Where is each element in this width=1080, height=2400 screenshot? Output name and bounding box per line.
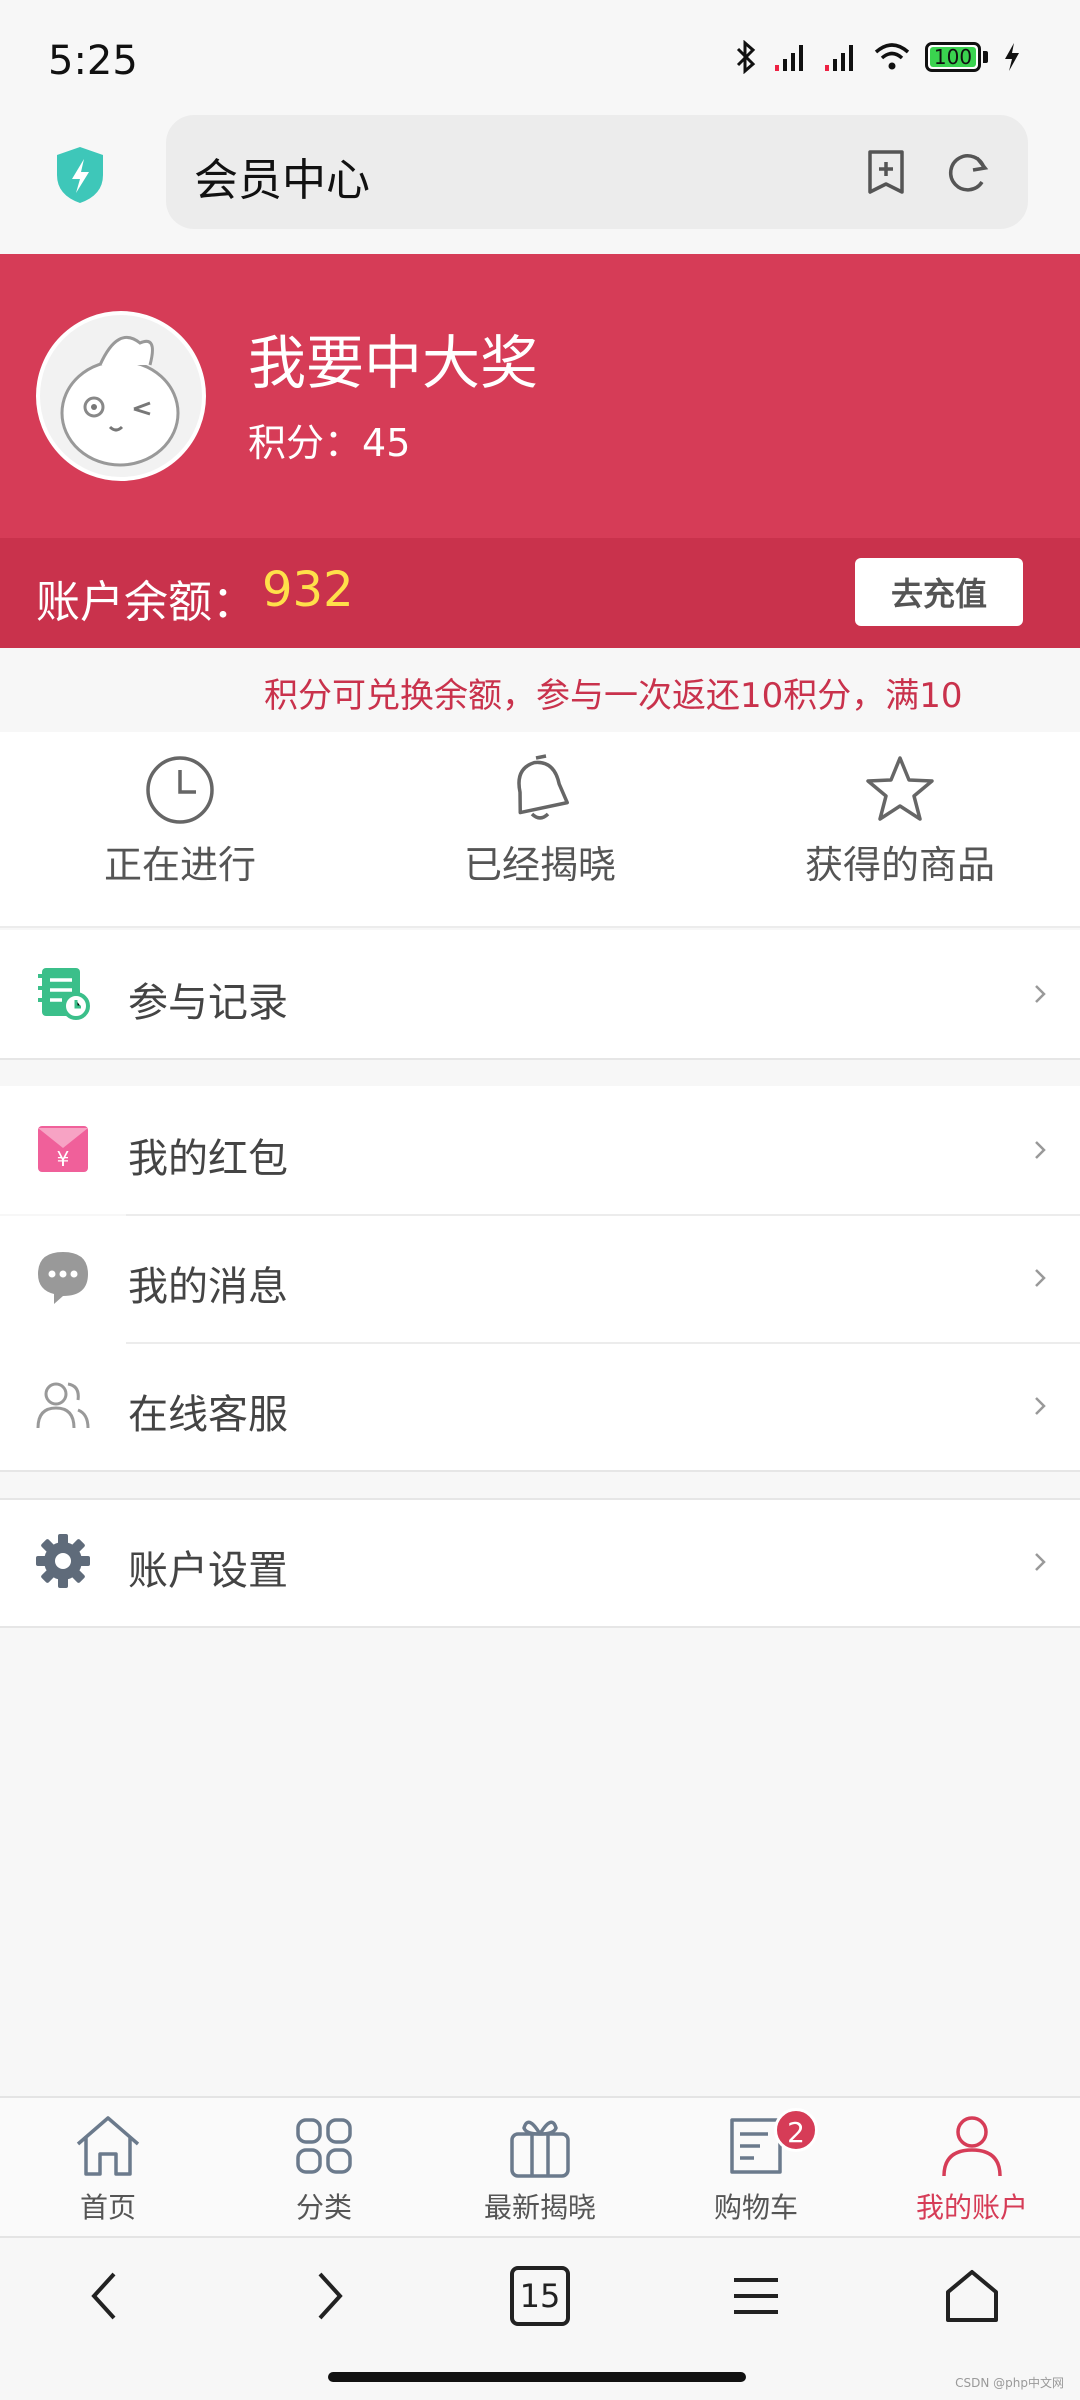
star-icon bbox=[866, 756, 934, 821]
user-name: 我要中大奖 bbox=[248, 329, 539, 397]
customer-service-icon bbox=[36, 1382, 90, 1429]
recharge-button[interactable]: 去充值 bbox=[855, 558, 1023, 626]
points-display: 积分：45 bbox=[248, 412, 410, 467]
points-value: 45 bbox=[362, 421, 411, 465]
points-label: 积分： bbox=[248, 421, 363, 465]
gift-icon bbox=[510, 2120, 570, 2178]
tab-label: 最新揭晓 bbox=[483, 2191, 596, 2224]
svg-text:¥: ¥ bbox=[57, 1147, 70, 1171]
home-page-icon[interactable] bbox=[942, 2266, 1002, 2326]
wifi-icon bbox=[874, 43, 910, 70]
chevron-right-icon bbox=[1035, 985, 1046, 1003]
gear-icon bbox=[36, 1534, 90, 1588]
battery-level: 100 bbox=[933, 45, 973, 69]
menu-icon[interactable] bbox=[726, 2266, 786, 2326]
category-icon bbox=[296, 2118, 352, 2174]
menu-label-support: 在线客服 bbox=[128, 1392, 288, 1438]
bell-icon bbox=[517, 754, 569, 820]
section-divider bbox=[0, 1058, 1080, 1060]
bluetooth-icon bbox=[736, 40, 756, 74]
menu-label-red-packets: 我的红包 bbox=[128, 1136, 288, 1182]
tab-my-account[interactable]: 我的账户 bbox=[864, 2110, 1080, 2226]
quick-action-label: 获得的商品 bbox=[804, 843, 995, 887]
tab-label: 我的账户 bbox=[915, 2191, 1028, 2224]
balance-label: 账户余额： bbox=[36, 577, 256, 628]
tab-cart[interactable]: 购物车 bbox=[648, 2110, 864, 2226]
avatar[interactable] bbox=[36, 311, 206, 481]
add-bookmark-icon[interactable] bbox=[862, 148, 910, 196]
tab-category[interactable]: 分类 bbox=[216, 2110, 432, 2226]
charging-icon bbox=[1005, 43, 1019, 71]
quick-action-label: 正在进行 bbox=[103, 843, 256, 887]
battery-icon: 100 bbox=[925, 42, 981, 72]
chevron-right-icon bbox=[1035, 1269, 1046, 1287]
cart-badge: 2 bbox=[774, 2108, 818, 2152]
forward-arrow-icon[interactable] bbox=[298, 2266, 358, 2326]
quick-action-in-progress[interactable]: 正在进行 bbox=[50, 752, 310, 889]
chevron-right-icon bbox=[1035, 1141, 1046, 1159]
tab-label: 购物车 bbox=[713, 2191, 798, 2224]
signal-icon bbox=[775, 45, 803, 71]
quick-action-won-items[interactable]: 获得的商品 bbox=[770, 752, 1030, 889]
tabs-count-button[interactable]: 15 bbox=[510, 2266, 570, 2326]
chevron-right-icon bbox=[1035, 1553, 1046, 1571]
message-bubble-icon bbox=[38, 1252, 88, 1304]
tab-home[interactable]: 首页 bbox=[0, 2110, 216, 2226]
signal-icon bbox=[825, 45, 853, 71]
home-indicator[interactable] bbox=[328, 2372, 746, 2382]
user-icon bbox=[942, 2116, 1002, 2177]
balance-value: 932 bbox=[262, 562, 354, 618]
tab-label: 首页 bbox=[79, 2191, 136, 2224]
watermark: CSDN @php中文网 bbox=[955, 2376, 1064, 2390]
tab-latest-revealed[interactable]: 最新揭晓 bbox=[432, 2110, 648, 2226]
tab-label: 分类 bbox=[295, 2191, 352, 2224]
status-icons: 100 bbox=[733, 40, 1022, 74]
records-icon bbox=[38, 968, 90, 1020]
clock-icon bbox=[146, 756, 214, 824]
quick-action-revealed[interactable]: 已经揭晓 bbox=[410, 752, 670, 889]
security-shield-icon[interactable] bbox=[54, 145, 106, 205]
refresh-icon[interactable] bbox=[944, 148, 992, 196]
section-divider bbox=[0, 1626, 1080, 1628]
notice-text: 积分可兑换余额，参与一次返还10积分，满10 bbox=[264, 676, 963, 716]
menu-label-messages: 我的消息 bbox=[128, 1264, 288, 1310]
status-time: 5:25 bbox=[48, 38, 138, 84]
red-packet-icon: ¥ bbox=[38, 1126, 88, 1172]
avatar-mascot-icon bbox=[60, 336, 180, 467]
menu-label-settings: 账户设置 bbox=[128, 1548, 288, 1594]
quick-action-label: 已经揭晓 bbox=[463, 843, 616, 887]
menu-label-records: 参与记录 bbox=[128, 980, 288, 1026]
back-arrow-icon[interactable] bbox=[76, 2266, 136, 2326]
home-icon bbox=[76, 2116, 140, 2176]
section-divider bbox=[0, 1470, 1080, 1472]
chevron-right-icon bbox=[1035, 1397, 1046, 1415]
address-bar-text[interactable]: 会员中心 bbox=[194, 144, 370, 208]
